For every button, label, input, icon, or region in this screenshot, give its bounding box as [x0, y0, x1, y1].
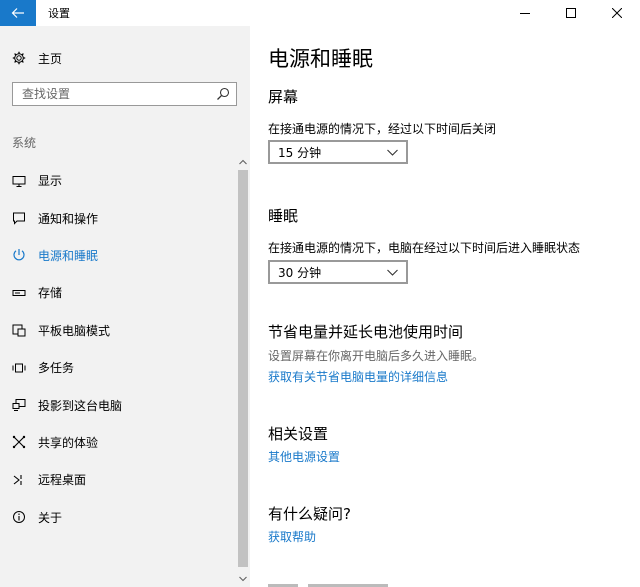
- sidebar-item-about[interactable]: 关于: [0, 499, 236, 536]
- maximize-button[interactable]: [548, 0, 594, 26]
- close-icon: [612, 8, 622, 18]
- home-label: 主页: [38, 51, 63, 66]
- remote-desktop-icon: [13, 474, 22, 485]
- monitor-icon: [12, 175, 26, 187]
- nav-list: 显示 通知和操作 电源和睡眠 存储 平板电脑模式 多任务 投影到这台电脑 共享的…: [0, 162, 236, 536]
- sleep-timeout-value: 30 分钟: [278, 265, 322, 280]
- window-controls: [502, 0, 640, 26]
- sidebar: 主页 系统 显示 通知和操作 电源和睡眠: [0, 26, 250, 587]
- sidebar-item-label: 远程桌面: [38, 473, 87, 488]
- tablet-mode-icon: [12, 324, 26, 337]
- window-title: 设置: [48, 7, 70, 20]
- sidebar-scrollbar[interactable]: [236, 154, 250, 587]
- screen-timeout-value: 15 分钟: [278, 145, 322, 160]
- sidebar-item-tablet-mode[interactable]: 平板电脑模式: [0, 312, 236, 349]
- sidebar-item-label: 显示: [38, 174, 63, 189]
- minimize-icon: [520, 13, 530, 14]
- storage-icon: [12, 289, 26, 296]
- section-label-system: 系统: [12, 136, 37, 150]
- battery-description: 设置屏幕在你离开电脑后多久进入睡眠。: [268, 349, 485, 363]
- sidebar-item-power-sleep[interactable]: 电源和睡眠: [0, 237, 236, 274]
- main-content: 电源和睡眠 屏幕 在接通电源的情况下，经过以下时间后关闭 15 分钟 睡眠 在接…: [250, 26, 640, 587]
- scroll-up-button[interactable]: [236, 154, 250, 170]
- sidebar-item-label: 投影到这台电脑: [38, 398, 123, 413]
- search-icon[interactable]: [216, 87, 230, 101]
- sidebar-item-label: 存储: [38, 286, 63, 301]
- sleep-heading: 睡眠: [268, 207, 299, 225]
- related-settings-heading: 相关设置: [268, 425, 329, 443]
- shared-experience-icon: [12, 436, 26, 449]
- scrollbar-thumb[interactable]: [238, 170, 248, 567]
- minimize-button[interactable]: [502, 0, 548, 26]
- sidebar-item-label: 多任务: [38, 361, 75, 376]
- screen-timeout-dropdown[interactable]: 15 分钟: [268, 140, 408, 164]
- back-arrow-icon: [11, 8, 24, 18]
- page-title: 电源和睡眠: [268, 47, 373, 71]
- sleep-timeout-dropdown[interactable]: 30 分钟: [268, 260, 408, 284]
- sidebar-item-label: 电源和睡眠: [38, 248, 99, 263]
- gear-icon: [12, 51, 26, 65]
- screen-description: 在接通电源的情况下，经过以下时间后关闭: [268, 122, 497, 136]
- sidebar-item-project[interactable]: 投影到这台电脑: [0, 386, 236, 423]
- multitasking-icon: [12, 363, 26, 373]
- chevron-up-icon: [239, 159, 247, 165]
- close-button[interactable]: [594, 0, 640, 26]
- notification-icon: [13, 212, 25, 225]
- battery-heading: 节省电量并延长电池使用时间: [268, 323, 464, 341]
- screen-heading: 屏幕: [268, 88, 299, 106]
- additional-power-settings-link[interactable]: 其他电源设置: [268, 448, 340, 465]
- maximize-icon: [566, 8, 576, 18]
- sidebar-item-label: 平板电脑模式: [38, 323, 111, 338]
- home-nav-item[interactable]: 主页: [12, 48, 62, 68]
- battery-details-link[interactable]: 获取有关节省电脑电量的详细信息: [268, 368, 448, 385]
- chevron-down-icon: [387, 149, 398, 156]
- sidebar-item-label: 共享的体验: [38, 435, 99, 450]
- info-icon: [13, 511, 25, 524]
- project-icon: [12, 399, 26, 412]
- sidebar-item-label: 关于: [38, 510, 63, 525]
- sidebar-item-notifications[interactable]: 通知和操作: [0, 199, 236, 236]
- sidebar-item-shared-experiences[interactable]: 共享的体验: [0, 424, 236, 461]
- search-box: [12, 82, 237, 106]
- sidebar-item-multitasking[interactable]: 多任务: [0, 349, 236, 386]
- questions-heading: 有什么疑问?: [268, 505, 351, 523]
- sleep-description: 在接通电源的情况下，电脑在经过以下时间后进入睡眠状态: [268, 241, 581, 255]
- search-input[interactable]: [13, 84, 216, 104]
- chevron-down-icon: [239, 576, 247, 582]
- sidebar-item-label: 通知和操作: [38, 211, 99, 226]
- power-icon: [13, 249, 25, 261]
- get-help-link[interactable]: 获取帮助: [268, 528, 316, 545]
- sidebar-item-remote-desktop[interactable]: 远程桌面: [0, 461, 236, 498]
- title-bar: 设置: [0, 0, 640, 26]
- sidebar-item-display[interactable]: 显示: [0, 162, 236, 199]
- sidebar-item-storage[interactable]: 存储: [0, 274, 236, 311]
- scroll-down-button[interactable]: [236, 571, 250, 587]
- back-button[interactable]: [0, 0, 36, 26]
- chevron-down-icon: [387, 269, 398, 276]
